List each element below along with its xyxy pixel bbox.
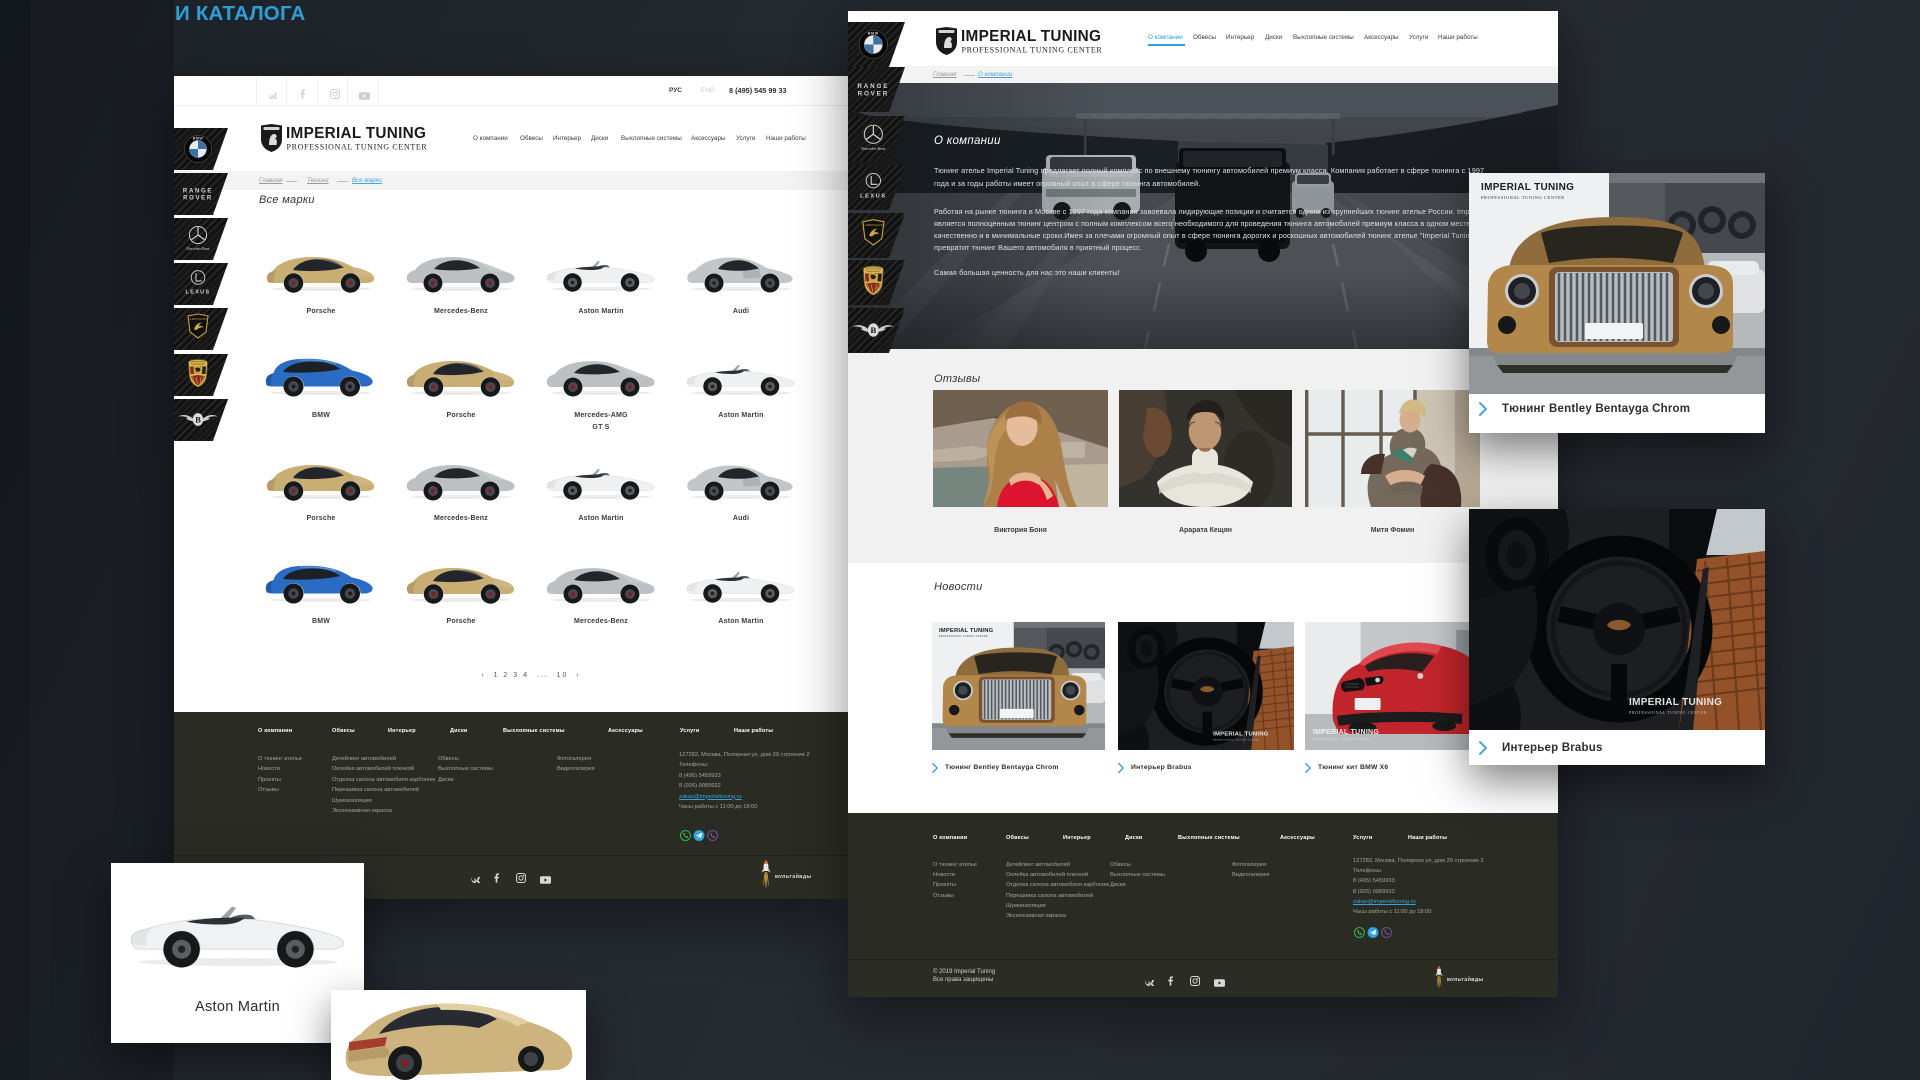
svg-text:PROFESSIONAL TUNING CENTER: PROFESSIONAL TUNING CENTER bbox=[939, 635, 988, 638]
svg-text:IMPERIAL TUNING: IMPERIAL TUNING bbox=[286, 125, 426, 142]
svg-text:ROVER: ROVER bbox=[183, 196, 213, 202]
svg-text:Mercedes-Benz: Mercedes-Benz bbox=[861, 147, 886, 151]
svg-text:IMPERIAL TUNING: IMPERIAL TUNING bbox=[1213, 732, 1269, 738]
svg-text:LAMBORGHINI: LAMBORGHINI bbox=[863, 224, 883, 227]
svg-text:PROFESSIONAL TUNING CENTER: PROFESSIONAL TUNING CENTER bbox=[962, 46, 1103, 55]
svg-text:IMPERIAL TUNING: IMPERIAL TUNING bbox=[939, 628, 994, 634]
svg-text:BMW: BMW bbox=[193, 137, 204, 141]
svg-text:BMW: BMW bbox=[868, 31, 879, 35]
svg-text:LEXUS: LEXUS bbox=[860, 194, 886, 200]
svg-text:RANGE: RANGE bbox=[183, 189, 213, 195]
svg-text:IMPERIAL TUNING: IMPERIAL TUNING bbox=[1481, 182, 1574, 193]
svg-text:PROFESSIONAL TUNING CENTER: PROFESSIONAL TUNING CENTER bbox=[1629, 710, 1707, 715]
svg-text:PROFESSIONAL TUNING CENTER: PROFESSIONAL TUNING CENTER bbox=[287, 143, 428, 152]
svg-text:PROFESSIONAL TUNING CENTER: PROFESSIONAL TUNING CENTER bbox=[1481, 195, 1565, 200]
svg-text:ROVER: ROVER bbox=[858, 90, 889, 97]
svg-text:RANGE: RANGE bbox=[857, 83, 889, 90]
svg-text:B: B bbox=[870, 325, 876, 335]
svg-text:PROFESSIONAL TUNING CENTER: PROFESSIONAL TUNING CENTER bbox=[1313, 737, 1369, 741]
svg-text:PROFESSIONAL TUNING CENTER: PROFESSIONAL TUNING CENTER bbox=[1213, 739, 1259, 742]
svg-text:LAMBORGHINI: LAMBORGHINI bbox=[189, 318, 208, 321]
svg-text:IMPERIAL TUNING: IMPERIAL TUNING bbox=[961, 28, 1101, 45]
svg-text:IMPERIAL TUNING: IMPERIAL TUNING bbox=[1313, 729, 1379, 736]
svg-text:B: B bbox=[195, 416, 201, 425]
svg-text:Mercedes-Benz: Mercedes-Benz bbox=[186, 247, 210, 251]
svg-text:IMPERIAL TUNING: IMPERIAL TUNING bbox=[1629, 697, 1722, 708]
svg-text:LEXUS: LEXUS bbox=[186, 290, 211, 296]
